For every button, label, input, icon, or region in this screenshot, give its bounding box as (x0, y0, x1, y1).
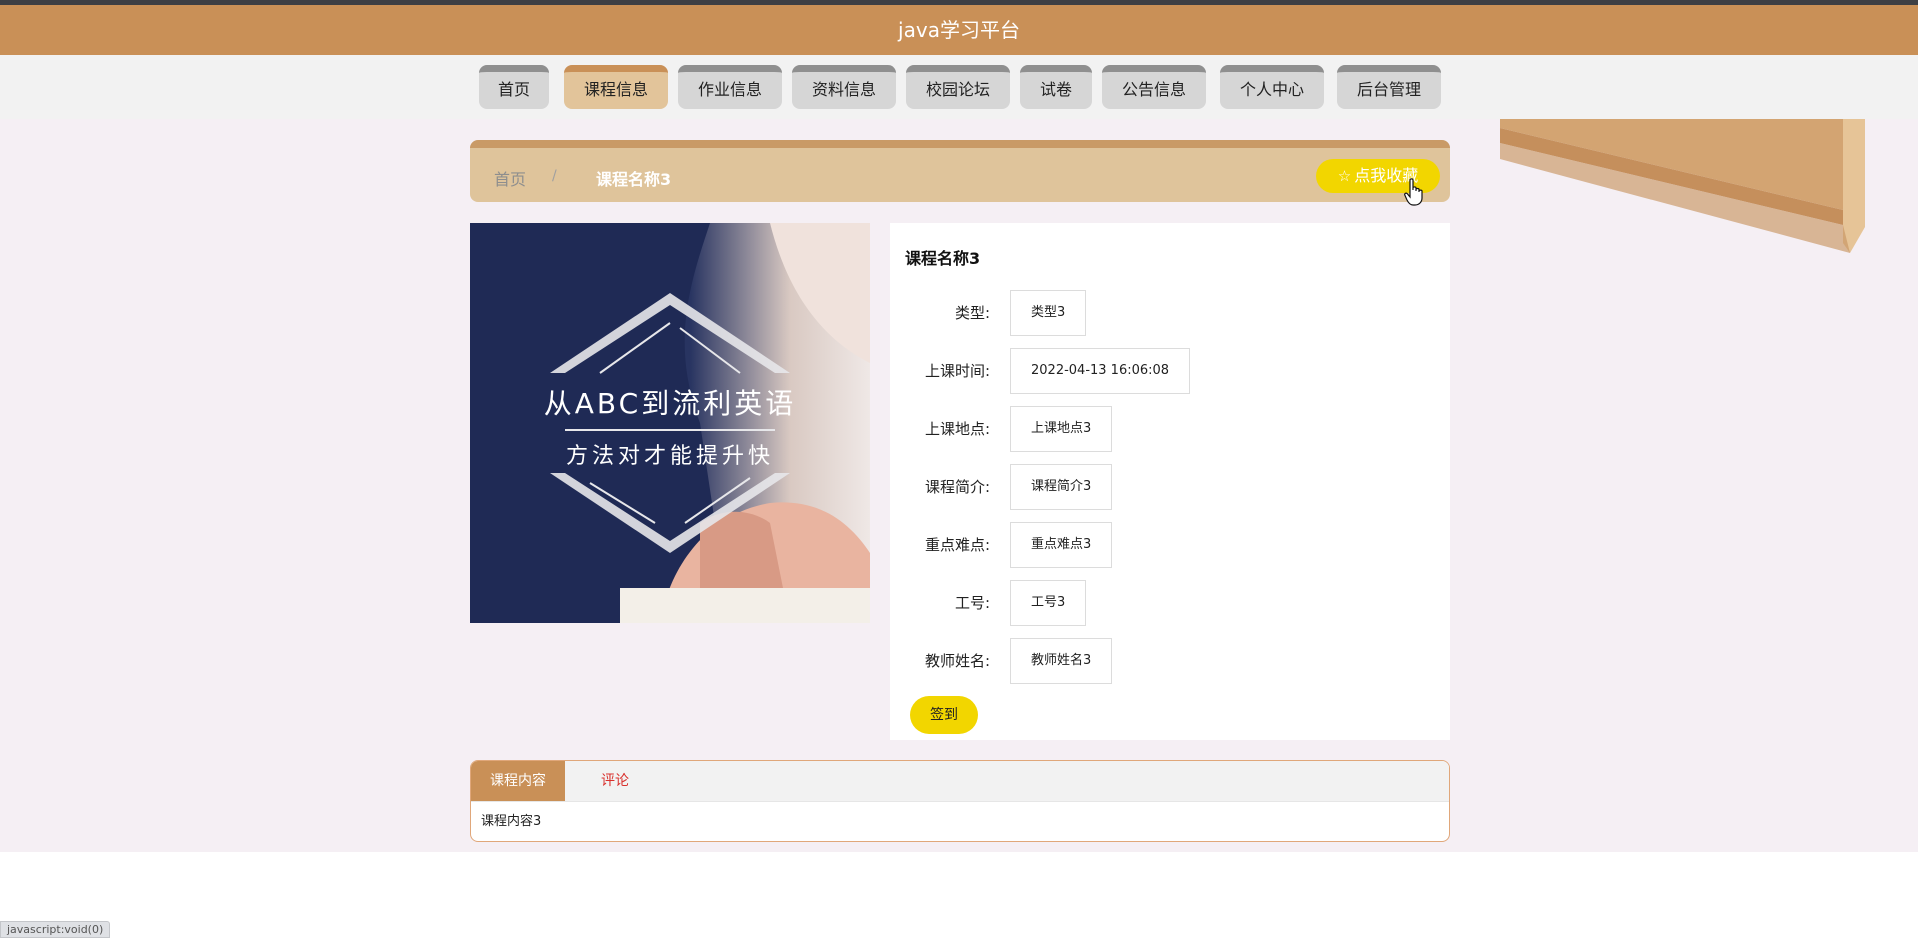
field-value: 重点难点3 (1010, 522, 1113, 568)
field-label: 课程简介: (924, 478, 990, 496)
field-label: 工号: (954, 594, 990, 612)
content-tabs: 课程内容 评论 课程内容3 (470, 760, 1450, 842)
field-value: 2022-04-13 16:06:08 (1010, 348, 1191, 394)
nav-exam-paper[interactable]: 试卷 (1020, 65, 1092, 109)
course-cover-image: 从ABC到流利英语 方法对才能提升快 (470, 223, 870, 623)
nav-admin[interactable]: 后台管理 (1337, 65, 1441, 109)
nav-material-info[interactable]: 资料信息 (792, 65, 896, 109)
site-header: java学习平台 (0, 5, 1918, 55)
site-title: java学习平台 (898, 18, 1020, 42)
breadcrumb-home[interactable]: 首页 (494, 166, 526, 190)
field-label: 教师姓名: (924, 652, 990, 670)
field-value: 上课地点3 (1010, 406, 1113, 452)
nav-personal-center[interactable]: 个人中心 (1220, 65, 1324, 109)
tabs-header: 课程内容 评论 (471, 761, 1449, 802)
nav-notice-info[interactable]: 公告信息 (1102, 65, 1206, 109)
field-value: 工号3 (1010, 580, 1087, 626)
breadcrumb-current: 课程名称3 (596, 170, 672, 189)
field-label: 上课地点: (924, 420, 990, 438)
breadcrumb-bar: 首页 / 课程名称3 ☆ 点我收藏 (470, 140, 1450, 202)
field-label: 上课时间: (924, 362, 990, 380)
cover-text-line1: 从ABC到流利英语 (544, 387, 796, 420)
field-value: 课程简介3 (1010, 464, 1113, 510)
nav-homework-info[interactable]: 作业信息 (678, 65, 782, 109)
tab-course-content[interactable]: 课程内容 (471, 761, 565, 801)
tab-content-text: 课程内容3 (481, 814, 542, 829)
nav-home[interactable]: 首页 (479, 65, 549, 109)
field-label: 重点难点: (924, 536, 990, 554)
status-bar-link-preview: javascript:void(0) (0, 921, 111, 938)
star-outline-icon: ☆ (1337, 167, 1352, 185)
main-nav: 首页 课程信息 作业信息 资料信息 校园论坛 试卷 公告信息 个人中心 后台管理 (0, 55, 1918, 119)
field-value: 教师姓名3 (1010, 638, 1113, 684)
nav-campus-forum[interactable]: 校园论坛 (906, 65, 1010, 109)
field-label: 类型: (954, 304, 990, 322)
field-value: 类型3 (1010, 290, 1087, 336)
course-detail-panel: 课程名称3 类型: 类型3 上课时间: 2022-04-13 16:06:08 … (890, 223, 1450, 740)
signin-button[interactable]: 签到 (910, 696, 978, 734)
decorative-wood-corner (1500, 119, 1865, 253)
breadcrumb-separator: / (552, 168, 557, 184)
cover-text-line2: 方法对才能提升快 (566, 444, 774, 469)
hand-cursor-icon (1404, 178, 1423, 206)
nav-course-info[interactable]: 课程信息 (564, 65, 668, 109)
course-title: 课程名称3 (905, 249, 981, 268)
tab-comments[interactable]: 评论 (565, 761, 665, 801)
